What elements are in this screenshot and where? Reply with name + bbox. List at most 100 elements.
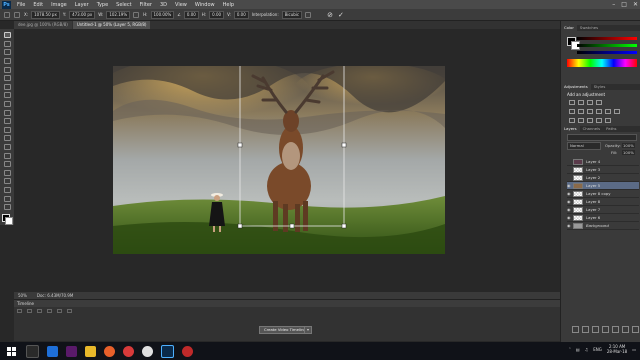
menu-image[interactable]: Image [51,2,67,8]
tab-adjustments[interactable]: Adjustments [561,84,591,90]
tab-paths[interactable]: Paths [603,126,619,132]
tab-untitled-1[interactable]: Untitled-1 @ 50% (Layer 5, RGB/8) [72,21,151,29]
h-skew-field[interactable]: 0.00 [209,10,225,19]
edit-toolbar-icon[interactable] [3,204,11,211]
play-icon[interactable] [37,309,42,313]
brightness-contrast-icon[interactable] [568,100,575,105]
layer-row-selected[interactable]: ◉ Layer 5 [567,182,639,190]
commit-transform-icon[interactable]: ✓ [338,11,344,19]
tab-swatches[interactable]: Swatches [577,25,601,31]
color-balance-icon[interactable] [586,109,593,114]
start-button[interactable] [4,344,18,358]
red-slider[interactable] [577,37,637,40]
shape-tool-icon[interactable] [3,178,11,185]
notifications-icon[interactable]: ▭ [632,347,636,352]
background-color-swatch[interactable] [5,217,13,226]
gradient-tool-icon[interactable] [3,126,11,133]
marquee-tool-icon[interactable] [3,40,11,47]
angle-field[interactable]: 0.00 [183,10,199,19]
trash-icon[interactable] [632,326,639,333]
zoom-level[interactable]: 50% [18,293,27,298]
levels-icon[interactable] [577,100,584,105]
brush-tool-icon[interactable] [3,92,11,99]
layer-row[interactable]: Layer 4 [567,158,639,166]
layer-row[interactable]: ◉ Layer 6 [567,214,639,222]
exposure-icon[interactable] [595,100,602,105]
lasso-tool-icon[interactable] [3,49,11,56]
clone-stamp-tool-icon[interactable] [3,101,11,108]
interpolation-select[interactable]: Bicubic [281,10,303,19]
blend-mode-select[interactable]: Normal [567,142,601,150]
folder-icon[interactable] [612,326,619,333]
color-spectrum[interactable] [567,59,637,67]
ie-icon[interactable] [47,345,58,357]
invert-icon[interactable] [568,118,575,123]
pen-tool-icon[interactable] [3,152,11,159]
eye-icon[interactable]: ◉ [567,183,571,188]
language-indicator[interactable]: ENG [593,347,602,352]
menu-edit[interactable]: Edit [33,2,43,8]
hue-saturation-icon[interactable] [577,109,584,114]
settings-icon[interactable] [67,309,72,313]
visibility-toggle[interactable] [567,176,571,180]
black-white-icon[interactable] [595,109,602,114]
firefox-icon[interactable] [104,345,115,357]
visibility-toggle[interactable] [567,168,571,172]
layer-filter-bar[interactable] [567,134,637,141]
menu-layer[interactable]: Layer [75,2,89,8]
screen-recorder-icon[interactable] [182,345,193,357]
canvas-image[interactable] [113,66,445,254]
eye-icon[interactable]: ◉ [567,207,571,212]
eyedropper-tool-icon[interactable] [3,75,11,82]
tab-dee[interactable]: dee.jpg @ 100% (RGB/8) [14,21,72,29]
curves-icon[interactable] [586,100,593,105]
selective-color-icon[interactable] [604,118,611,123]
move-tool-icon[interactable] [3,32,11,39]
network-icon[interactable]: ▤ [576,347,580,352]
file-explorer-icon[interactable] [85,345,96,357]
eye-icon[interactable]: ◉ [567,215,571,220]
quick-select-tool-icon[interactable] [3,58,11,65]
link-icon[interactable] [133,11,140,18]
type-tool-icon[interactable] [3,161,11,168]
layer-row[interactable]: ◉ Layer 8 [567,198,639,206]
fill-field[interactable]: 100% [622,150,635,155]
menu-type[interactable]: Type [97,2,108,8]
threshold-icon[interactable] [586,118,593,123]
zoom-tool-icon[interactable] [3,195,11,202]
cancel-transform-icon[interactable]: ⊘ [327,11,333,19]
path-select-tool-icon[interactable] [3,169,11,176]
menu-view[interactable]: View [175,2,187,8]
task-view-icon[interactable] [26,344,39,358]
eye-icon[interactable]: ◉ [567,199,571,204]
layer-row[interactable]: ◉ Background [567,222,639,230]
opera-icon[interactable] [123,345,134,357]
visibility-toggle[interactable] [567,160,571,164]
green-slider[interactable] [577,44,637,47]
menu-help[interactable]: Help [223,2,234,8]
photo-filter-icon[interactable] [604,109,611,114]
tab-color[interactable]: Color [561,25,577,31]
reference-point-icon[interactable] [14,11,20,18]
history-brush-tool-icon[interactable] [3,109,11,116]
eraser-tool-icon[interactable] [3,118,11,125]
v-skew-field[interactable]: 0.00 [233,10,249,19]
eye-icon[interactable]: ◉ [567,191,571,196]
menu-filter[interactable]: Filter [140,2,152,8]
color-swatches[interactable] [2,214,13,226]
height-field[interactable]: 100.00% [150,10,175,19]
posterize-icon[interactable] [577,118,584,123]
menu-select[interactable]: Select [116,2,131,8]
menu-file[interactable]: File [17,2,25,8]
menu-window[interactable]: Window [195,2,215,8]
opacity-field[interactable]: 100% [622,143,635,148]
tab-layers[interactable]: Layers [561,126,580,132]
dodge-tool-icon[interactable] [3,144,11,151]
blur-tool-icon[interactable] [3,135,11,142]
up-arrow-icon[interactable]: ˄ [569,347,571,352]
fx-icon[interactable] [582,326,589,333]
photoshop-taskbar-icon[interactable] [161,344,174,358]
new-layer-icon[interactable] [622,326,629,333]
layer-row[interactable]: Layer 2 [567,174,639,182]
maximize-icon[interactable]: □ [621,1,627,8]
